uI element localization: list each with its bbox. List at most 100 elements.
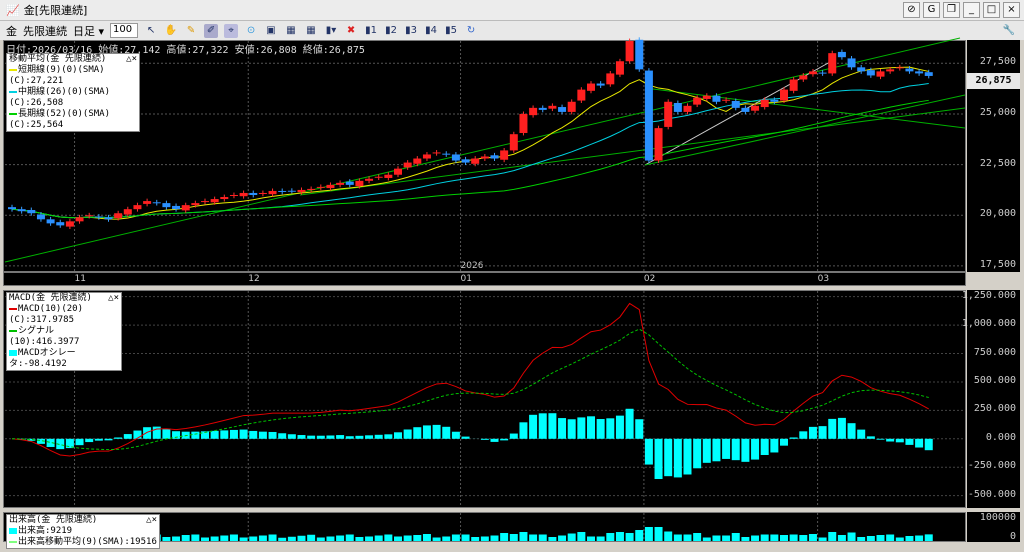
volume-bar [490,535,499,541]
volume-bar [751,535,760,541]
candle-body [519,113,528,133]
volume-bar [866,536,875,541]
volume-bar [558,535,567,541]
candle-body [56,222,65,226]
oscillator-bar [625,408,634,439]
macd-legend: MACD(金 先限連続) △× MACD(10)(20)(C):317.9785… [6,292,122,371]
volume-bar [770,534,779,541]
candle-body [480,156,489,159]
candle-body [789,79,798,91]
oscillator-bar [451,431,460,439]
volume-bar [258,535,267,541]
volume-bar [789,534,798,541]
candle-body [712,95,721,102]
candle-body [133,205,142,210]
signal-label: シグナル(10):416.3977 [9,326,80,347]
oscillator-bar [635,419,644,439]
candle-body [229,194,238,196]
oscillator-bar [297,435,306,439]
candle-body [287,190,296,192]
volume-item: 出来高:9219 [9,526,157,537]
volume-bar [780,535,788,541]
oscillator-bar [693,438,702,469]
candle-body [664,101,673,127]
volume-bar [210,536,219,541]
volume-bar [606,533,615,541]
candle-body [345,181,354,185]
oscillator-bar [278,433,287,439]
volume-bar [529,534,538,541]
candle-body [635,39,644,70]
oscillator-bar [191,431,200,439]
volume-bar [297,535,306,541]
oscillator-bar [307,435,316,439]
candle-body [538,107,547,110]
oscillator-bar [490,438,499,442]
oscillator-bar [326,435,335,439]
signal-item: シグナル(10):416.3977 [9,326,119,348]
ma-legend: 移動平均(金 先限連続) △× 短期線(9)(0)(SMA)(C):27,221… [6,53,140,132]
oscillator-bar [403,429,412,439]
oscillator-bar [94,438,103,441]
oscillator-bar [606,418,615,439]
volume-bar [567,533,576,541]
candle-body [336,182,345,185]
candle-body [886,69,895,72]
candle-body [606,73,615,85]
candle-body [876,71,885,77]
oscillator-bar [509,433,518,439]
oscillator-bar [924,438,933,451]
candle-body [181,205,190,211]
oscillator-bar [500,438,509,441]
trendline [644,94,966,166]
candle-body [529,107,538,116]
legend-close-icon[interactable]: △× [108,293,119,304]
volume-bar [316,537,325,541]
volume-bar [915,535,924,541]
candle-body [220,197,229,200]
ma-mid-line [11,82,929,219]
oscillator-bar [162,428,171,439]
candle-body [365,178,374,181]
oscillator-bar [876,438,885,440]
volume-bar [924,534,933,541]
oscillator-bar [596,419,605,439]
oscillator-bar [394,432,402,439]
ma-mid-item: 中期線(26)(0)(SMA)(C):26,508 [9,87,137,109]
candle-body [644,70,653,161]
oscillator-bar [799,431,808,439]
oscillator-bar [355,435,364,439]
candle-body [17,209,26,212]
candle-body [249,192,258,195]
candle-body [625,40,634,62]
volume-bar [741,537,750,541]
volume-bar [837,535,846,541]
oscillator-bar [712,438,721,462]
oscillator-bar [905,438,914,445]
volume-bar [731,533,740,541]
candle-body [587,83,595,91]
volume-bar [587,536,595,541]
candle-body [770,99,779,102]
candle-body [374,176,383,178]
oscillator-bar [432,424,441,439]
oscillator-bar [741,438,750,462]
macd-legend-title: MACD(金 先限連続) [9,293,92,303]
volume-bar [181,535,190,541]
oscillator-bar [258,431,267,439]
oscillator-bar [895,438,904,443]
oscillator-bar [519,422,528,439]
oscillator-bar [104,438,113,441]
oscillator-item: MACDオシレータ:-98.4192 [9,348,119,370]
candle-body [731,100,740,108]
oscillator-bar [538,413,547,439]
candle-body [75,217,84,222]
candle-body [8,207,16,210]
oscillator-bar [374,434,383,439]
volume-bar [625,533,634,541]
legend-close-icon[interactable]: △× [126,54,137,65]
candle-body [866,70,875,76]
candle-body [905,68,914,72]
legend-close-icon[interactable]: △× [146,515,157,526]
oscillator-bar [866,436,875,439]
